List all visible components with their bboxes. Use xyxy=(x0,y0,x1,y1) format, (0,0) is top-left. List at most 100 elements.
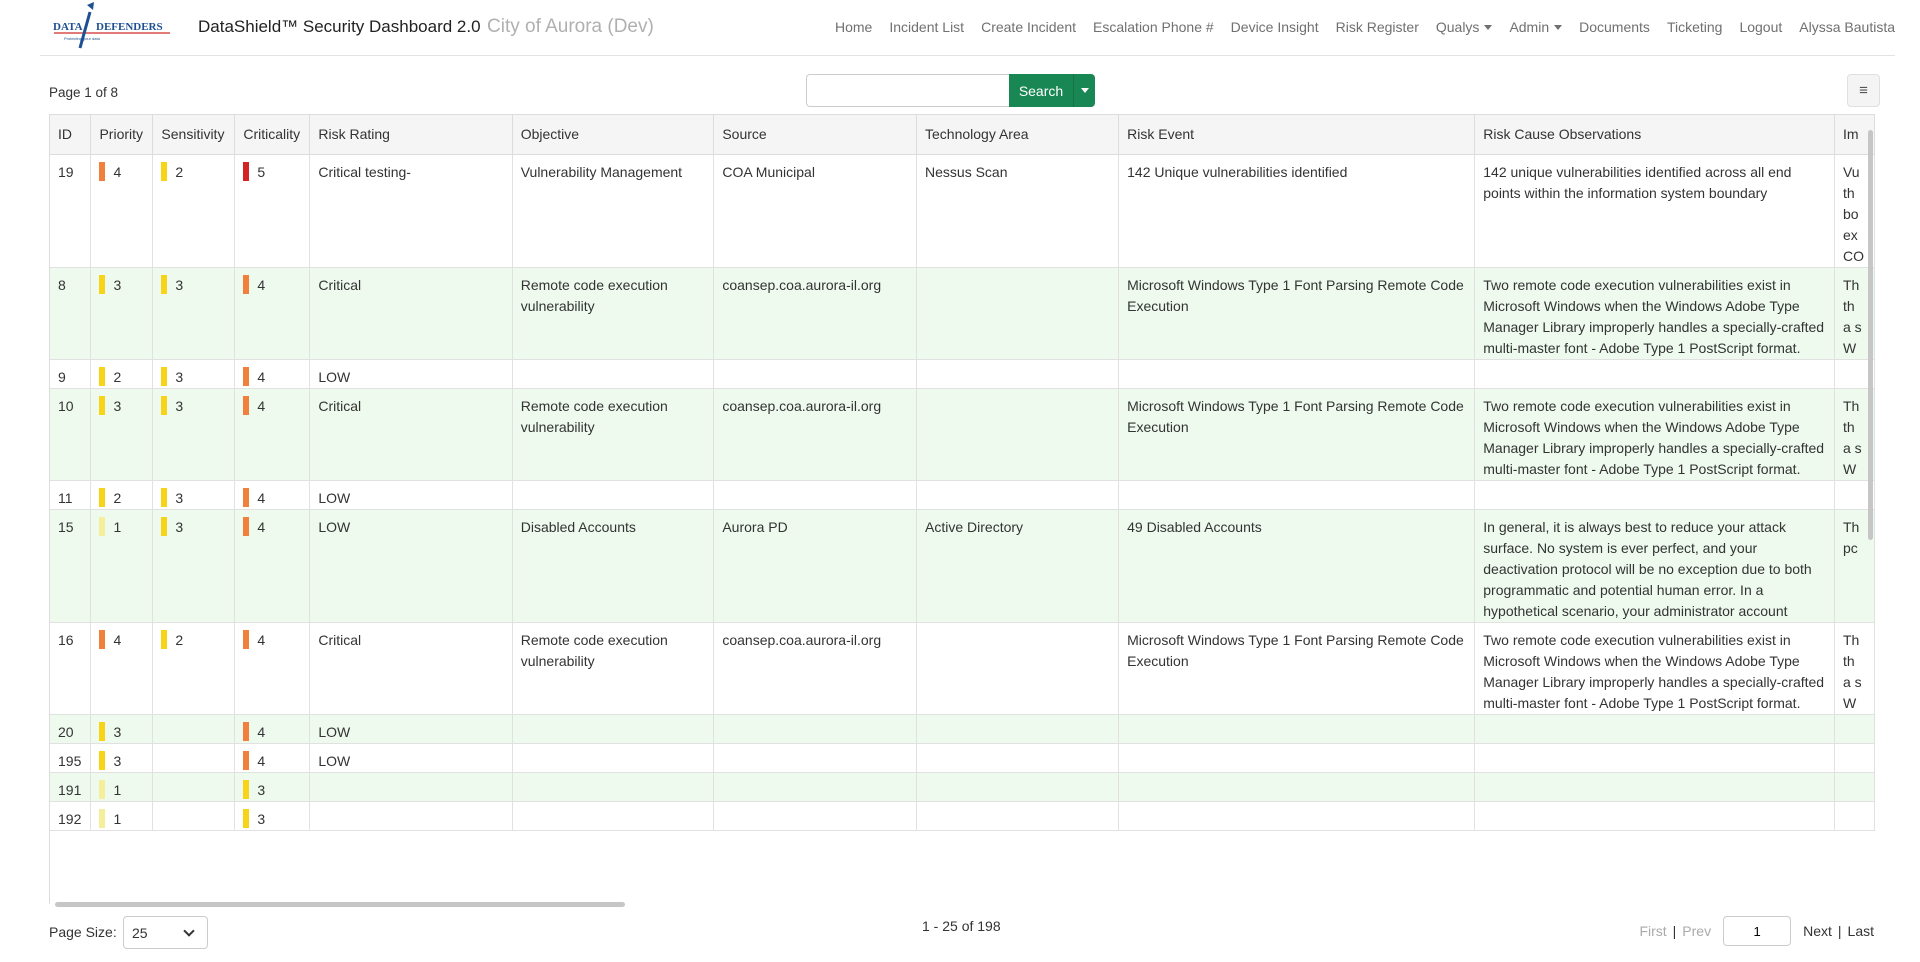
table-row[interactable]: 195 3 4 LOW xyxy=(50,743,1875,773)
table-row[interactable]: 192 1 3 xyxy=(50,801,1875,831)
cell-objective xyxy=(512,743,715,773)
column-header[interactable]: Risk Rating xyxy=(309,115,513,155)
table-row[interactable]: 19 4 2 5 Critical testing- Vulnerability Mana… xyxy=(50,154,1875,268)
column-header[interactable]: Criticality xyxy=(234,115,311,155)
column-header[interactable]: Risk Cause Observations xyxy=(1474,115,1835,155)
cell-risk-event: 142 Unique vulnerabilities identified xyxy=(1118,154,1476,268)
priority-value: 3 xyxy=(113,397,122,414)
cell-sensitivity: 3 xyxy=(152,359,236,389)
column-header[interactable]: Sensitivity xyxy=(152,115,236,155)
column-header[interactable]: Technology Area xyxy=(916,115,1120,155)
column-header[interactable]: Source xyxy=(713,115,918,155)
cell-criticality: 4 xyxy=(234,480,311,510)
svg-text:DATA: DATA xyxy=(53,21,83,33)
column-menu-button[interactable]: ≡ xyxy=(1847,74,1880,107)
nav-logout[interactable]: Logout xyxy=(1739,19,1782,35)
cell-technology-area xyxy=(916,359,1120,389)
table-row[interactable]: 10 3 3 4 Critical Remote code execution vulne… xyxy=(50,388,1875,481)
cell-sensitivity xyxy=(152,714,236,744)
caret-down-icon xyxy=(1484,25,1493,30)
nav-home[interactable]: Home xyxy=(835,19,872,35)
page-number-input[interactable] xyxy=(1723,916,1792,946)
sensitivity-level-indicator xyxy=(161,366,168,386)
cell-sensitivity: 2 xyxy=(152,154,236,268)
sensitivity-value: 2 xyxy=(175,163,184,180)
nav-device-insight[interactable]: Device Insight xyxy=(1231,19,1319,35)
table-row[interactable]: 15 1 3 4 LOW Disabled Accounts Aurora PD Active… xyxy=(50,509,1875,623)
cell-criticality: 4 xyxy=(234,622,311,715)
cell-criticality: 4 xyxy=(234,359,311,389)
data-defenders-logo[interactable]: DATA DEFENDERS Protecting your data xyxy=(50,0,175,56)
nav-documents[interactable]: Documents xyxy=(1579,19,1650,35)
cell-source xyxy=(713,772,918,802)
column-header[interactable]: ID xyxy=(50,115,92,155)
criticality-value: 5 xyxy=(257,163,266,180)
search-options-toggle[interactable] xyxy=(1073,74,1095,107)
table-row[interactable]: 9 2 3 4 LOW xyxy=(50,359,1875,389)
nav-qualys-dropdown[interactable]: Qualys xyxy=(1436,19,1493,35)
cell-objective: Remote code execution vulnerability xyxy=(512,388,715,481)
nav-escalation-phone[interactable]: Escalation Phone # xyxy=(1093,19,1214,35)
nav-risk-register[interactable]: Risk Register xyxy=(1336,19,1419,35)
nav-admin-dropdown[interactable]: Admin xyxy=(1509,19,1563,35)
cell-source: Aurora PD xyxy=(713,509,918,623)
search-input[interactable] xyxy=(806,74,1009,107)
prev-page-link[interactable]: Prev xyxy=(1682,923,1711,939)
column-header[interactable]: Priority xyxy=(90,115,154,155)
criticality-value: 4 xyxy=(257,752,266,769)
column-header[interactable]: Objective xyxy=(512,115,715,155)
svg-text:Protecting your data: Protecting your data xyxy=(64,36,101,41)
cell-risk-cause: 142 unique vulnerabilities identified ac… xyxy=(1474,154,1835,268)
cell-risk-cause: Two remote code execution vulnerabilitie… xyxy=(1474,388,1835,481)
table-row[interactable]: 191 1 3 xyxy=(50,772,1875,802)
cell-objective: Disabled Accounts xyxy=(512,509,715,623)
cell-id: 10 xyxy=(50,388,92,481)
cell-technology-area xyxy=(916,267,1120,360)
criticality-value: 4 xyxy=(257,276,266,293)
cell-priority: 4 xyxy=(90,154,154,268)
nav-qualys-label: Qualys xyxy=(1435,19,1480,35)
vertical-scrollbar[interactable] xyxy=(1868,130,1873,540)
cell-priority: 2 xyxy=(90,480,154,510)
next-page-link[interactable]: Next xyxy=(1803,923,1832,939)
cell-priority: 3 xyxy=(90,267,154,360)
table-row[interactable]: 11 2 3 4 LOW xyxy=(50,480,1875,510)
nav-incident-list[interactable]: Incident List xyxy=(889,19,964,35)
cell-objective xyxy=(512,801,715,831)
priority-value: 1 xyxy=(113,781,122,798)
sensitivity-value: 3 xyxy=(175,276,184,293)
sensitivity-level-indicator xyxy=(161,487,168,507)
cell-risk-cause: In general, it is always best to reduce … xyxy=(1474,509,1835,623)
criticality-level-indicator xyxy=(243,516,250,536)
cell-risk-rating: Critical testing- xyxy=(309,154,513,268)
table-row[interactable]: 8 3 3 4 Critical Remote code execution vulner… xyxy=(50,267,1875,360)
cell-id: 192 xyxy=(50,801,92,831)
criticality-value: 4 xyxy=(257,489,266,506)
search-button[interactable]: Search xyxy=(1009,74,1073,107)
sensitivity-value: 3 xyxy=(175,518,184,535)
nav-user-name[interactable]: Alyssa Bautista xyxy=(1799,19,1895,35)
cell-id: 8 xyxy=(50,267,92,360)
cell-sensitivity: 2 xyxy=(152,622,236,715)
horizontal-scrollbar[interactable] xyxy=(55,902,625,907)
nav-create-incident[interactable]: Create Incident xyxy=(981,19,1076,35)
top-navbar: DATA DEFENDERS Protecting your data Data… xyxy=(40,0,1895,56)
sensitivity-value: 3 xyxy=(175,368,184,385)
cell-priority: 1 xyxy=(90,772,154,802)
column-header[interactable]: Risk Event xyxy=(1118,115,1476,155)
last-page-link[interactable]: Last xyxy=(1848,923,1874,939)
cell-objective: Remote code execution vulnerability xyxy=(512,267,715,360)
page-size-select[interactable]: 25 xyxy=(123,916,208,949)
priority-value: 1 xyxy=(113,518,122,535)
record-range: 1 - 25 of 198 xyxy=(922,918,1001,934)
table-row[interactable]: 20 3 4 LOW xyxy=(50,714,1875,744)
first-page-link[interactable]: First xyxy=(1639,923,1666,939)
criticality-value: 4 xyxy=(257,723,266,740)
cell-risk-rating xyxy=(309,801,513,831)
priority-level-indicator xyxy=(99,629,106,649)
cell-criticality: 4 xyxy=(234,714,311,744)
table-row[interactable]: 16 4 2 4 Critical Remote code execution vulne… xyxy=(50,622,1875,715)
sensitivity-level-indicator xyxy=(161,629,168,649)
cell-source: coansep.coa.aurora-il.org xyxy=(713,622,918,715)
nav-ticketing[interactable]: Ticketing xyxy=(1667,19,1723,35)
